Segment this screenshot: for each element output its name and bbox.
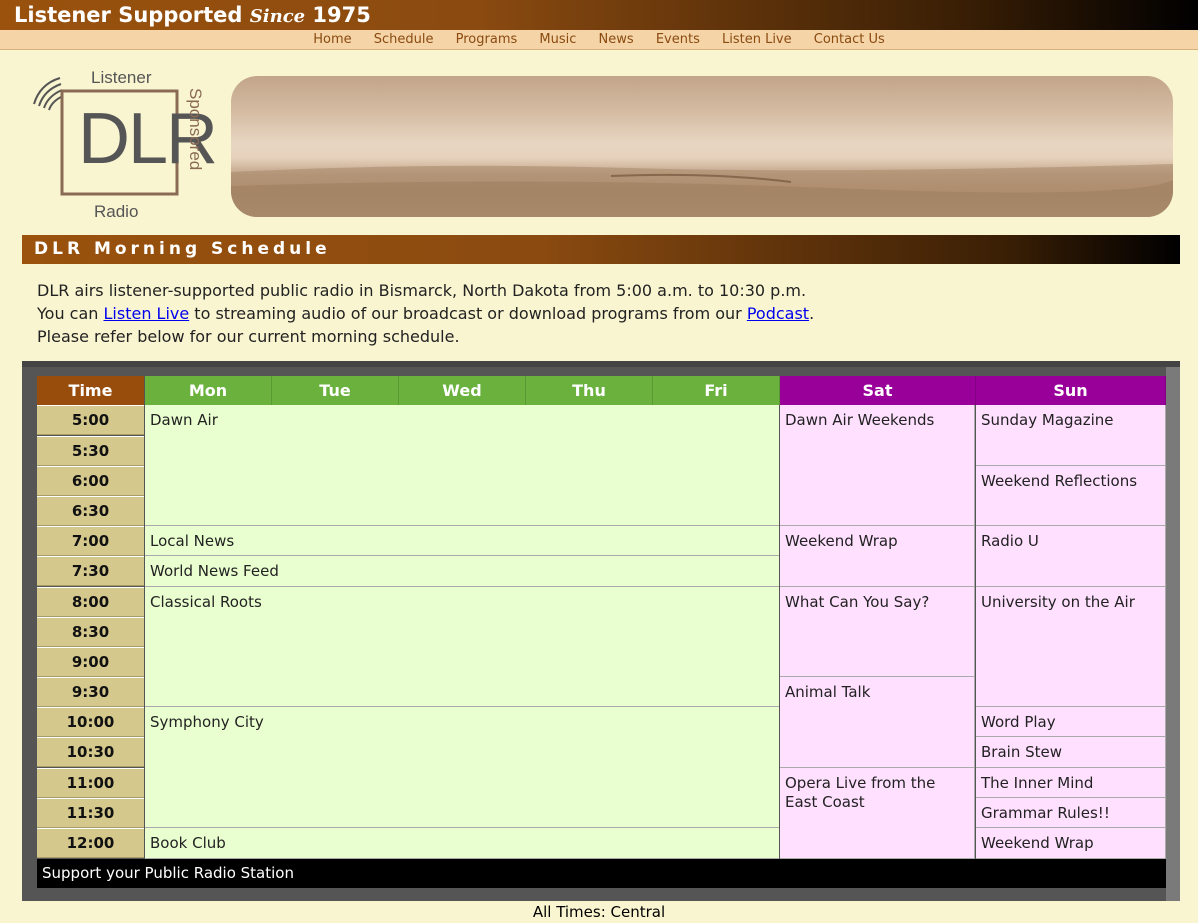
tagline-main: Listener Supported [14,3,250,27]
weekday-program[interactable]: Classical Roots [145,587,779,707]
sunday-program[interactable]: The Inner Mind [976,768,1166,798]
header-mon: Mon [145,376,272,405]
saturday-program[interactable]: Weekend Wrap [780,526,975,587]
time-slot: 7:00 [37,526,144,556]
logo-top-text: Listener [91,68,152,87]
tagline-year: 1975 [305,3,371,27]
nav-news[interactable]: News [599,32,634,47]
support-banner[interactable]: Support your Public Radio Station [37,859,1166,888]
weekday-program[interactable]: Dawn Air [145,405,779,526]
time-slot: 11:30 [37,798,144,828]
weekday-program[interactable]: Symphony City [145,707,779,828]
intro-line-1: DLR airs listener-supported public radio… [37,281,807,300]
header-sun: Sun [976,376,1166,405]
sunday-program[interactable]: Sunday Magazine [976,405,1166,466]
nav-schedule[interactable]: Schedule [374,32,434,47]
weekday-program[interactable]: Book Club [145,828,779,859]
dlr-logo[interactable]: Listener DLR Radio Sponsored [30,66,215,221]
sunday-program[interactable]: Weekend Reflections [976,466,1166,526]
nav-contact-us[interactable]: Contact Us [814,32,885,47]
logo-side-text: Sponsored [186,88,205,170]
listen-live-link[interactable]: Listen Live [104,304,190,323]
nav-listen-live[interactable]: Listen Live [722,32,792,47]
saturday-program[interactable]: Opera Live from the East Coast [780,768,975,859]
saturday-program[interactable]: Animal Talk [780,677,975,768]
prairie-banner-image [231,76,1173,217]
time-slot: 10:00 [37,707,144,737]
timezone-note: All Times: Central [532,903,666,921]
section-title: DLR Morning Schedule [22,235,1180,264]
header-sat: Sat [780,376,976,405]
time-slot: 8:00 [37,587,144,617]
header-time: Time [37,376,144,405]
time-slot: 5:00 [37,405,144,435]
signal-waves-icon [33,77,64,111]
header-fri: Fri [653,376,780,405]
header-wed: Wed [399,376,526,405]
time-slot: 10:30 [37,737,144,767]
sunday-program[interactable]: Word Play [976,707,1166,737]
sunday-program[interactable]: Grammar Rules!! [976,798,1166,828]
time-slot: 11:00 [37,768,144,798]
prairie-landscape [231,164,1173,217]
weekday-program[interactable]: World News Feed [145,556,779,587]
time-slot: 7:30 [37,556,144,586]
sunday-program[interactable]: Weekend Wrap [976,828,1166,859]
header-tue: Tue [272,376,399,405]
podcast-link[interactable]: Podcast [747,304,809,323]
time-slot: 9:30 [37,677,144,707]
main-nav: Home Schedule Programs Music News Events… [0,30,1198,50]
time-slot: 6:30 [37,496,144,526]
site-tagline: Listener Supported Since 1975 [0,0,1198,30]
time-slot: 12:00 [37,828,144,858]
sunday-program[interactable]: University on the Air [976,587,1166,707]
header-thu: Thu [526,376,653,405]
time-slot: 6:00 [37,466,144,496]
nav-home[interactable]: Home [313,32,351,47]
intro-line-2: You can Listen Live to streaming audio o… [37,304,815,323]
nav-music[interactable]: Music [539,32,576,47]
sunday-program[interactable]: Brain Stew [976,737,1166,768]
time-slot: 8:30 [37,617,144,647]
time-slot: 5:30 [37,436,144,466]
weekday-program[interactable]: Local News [145,526,779,556]
tagline-since: Since [249,6,306,27]
nav-events[interactable]: Events [656,32,700,47]
saturday-program[interactable]: Dawn Air Weekends [780,405,975,526]
saturday-program[interactable]: What Can You Say? [780,587,975,677]
intro-text: DLR airs listener-supported public radio… [37,279,1157,348]
intro-line-3: Please refer below for our current morni… [37,327,460,346]
logo-bottom-text: Radio [94,202,138,221]
sunday-program[interactable]: Radio U [976,526,1166,587]
time-slot: 9:00 [37,647,144,677]
nav-programs[interactable]: Programs [456,32,518,47]
